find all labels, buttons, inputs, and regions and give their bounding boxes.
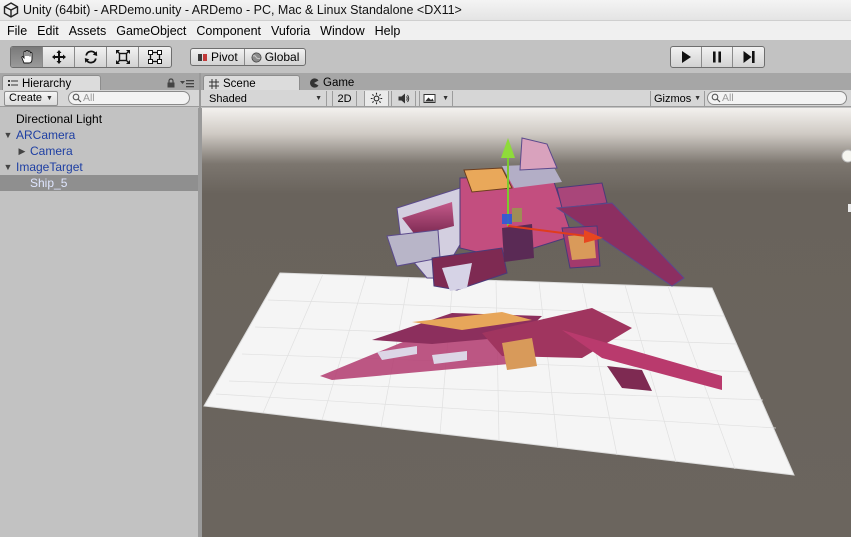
move-icon	[51, 50, 66, 64]
toggle-2d-button[interactable]: 2D	[332, 91, 357, 106]
gizmos-label: Gizmos	[654, 92, 692, 105]
create-dropdown[interactable]: Create ▼	[4, 90, 58, 106]
hierarchy-item-imagetarget[interactable]: ▼ ImageTarget	[0, 159, 198, 175]
gizmos-dropdown[interactable]: Gizmos ▼	[650, 91, 705, 106]
move-tool-button[interactable]	[43, 47, 75, 67]
step-icon	[743, 51, 755, 63]
tab-game-label: Game	[323, 77, 355, 89]
search-icon	[72, 93, 82, 103]
hand-icon	[20, 49, 32, 64]
hierarchy-item-arcamera[interactable]: ▼ ARCamera	[0, 127, 198, 143]
shading-mode-label: Shaded	[209, 92, 247, 105]
play-button[interactable]	[671, 47, 702, 67]
main-toolbar: Pivot Global	[0, 40, 851, 73]
globe-icon	[251, 52, 262, 62]
pacman-icon	[310, 78, 319, 88]
rotate-icon	[84, 50, 97, 64]
foldout-expanded-icon[interactable]: ▼	[3, 162, 13, 172]
hierarchy-item-label: Directional Light	[16, 112, 103, 126]
hand-tool-button[interactable]	[11, 47, 43, 67]
tab-hierarchy-label: Hierarchy	[22, 77, 72, 90]
pivot-button[interactable]: Pivot	[191, 49, 245, 65]
hierarchy-item-label: ARCamera	[16, 128, 76, 142]
menu-help[interactable]: Help	[370, 24, 406, 38]
hierarchy-item-label: Ship_5	[30, 176, 68, 190]
scale-tool-button[interactable]	[107, 47, 139, 67]
scene-tab-bar: Scene Game	[201, 73, 851, 91]
create-label: Create	[9, 92, 43, 104]
hierarchy-toolbar: Create ▼ All	[0, 90, 199, 107]
scale-icon	[115, 50, 130, 64]
lock-icon[interactable]	[167, 78, 175, 88]
menu-gameobject[interactable]: GameObject	[111, 24, 191, 38]
pivot-toggle-group: Pivot Global	[190, 48, 307, 66]
hierarchy-item-ship-5[interactable]: Ship_5	[0, 175, 198, 191]
tab-hierarchy[interactable]: Hierarchy	[2, 75, 101, 91]
tab-game[interactable]: Game	[304, 75, 394, 91]
hierarchy-tab-bar: Hierarchy	[0, 73, 199, 91]
hierarchy-list: Directional Light ▼ ARCamera ▶ Camera ▼ …	[0, 108, 199, 537]
chevron-down-icon: ▼	[442, 95, 449, 102]
scene-render	[202, 108, 851, 537]
menu-edit[interactable]: Edit	[32, 24, 64, 38]
menu-assets[interactable]: Assets	[64, 24, 112, 38]
grid-icon	[209, 78, 219, 89]
image-icon	[423, 94, 436, 103]
menu-vuforia[interactable]: Vuforia	[266, 24, 315, 38]
sun-icon	[370, 92, 383, 105]
hierarchy-item-directional-light[interactable]: Directional Light	[0, 111, 198, 127]
list-icon	[8, 79, 18, 86]
gizmo-z-handle[interactable]	[502, 214, 512, 224]
panel-menu-icon[interactable]	[180, 79, 194, 88]
search-icon	[711, 93, 721, 103]
transform-tools	[10, 46, 172, 68]
scene-search-input[interactable]: All	[707, 91, 847, 105]
pivot-icon	[198, 53, 207, 61]
tab-scene[interactable]: Scene	[203, 75, 300, 91]
scene-viewport[interactable]	[201, 108, 851, 537]
hierarchy-search-placeholder: All	[82, 92, 95, 104]
scene-lighting-toggle[interactable]	[364, 91, 389, 106]
gizmo-plane-handle[interactable]	[512, 208, 522, 222]
scene-search-placeholder: All	[722, 92, 734, 104]
global-button[interactable]: Global	[245, 49, 306, 65]
hierarchy-item-camera[interactable]: ▶ Camera	[0, 143, 198, 159]
chevron-down-icon: ▼	[46, 94, 53, 102]
foldout-expanded-icon[interactable]: ▼	[3, 130, 13, 140]
global-label: Global	[264, 50, 300, 64]
scene-toolbar: Shaded ▼ 2D ▼ Gizmos ▼ All	[201, 90, 851, 107]
playback-controls	[670, 46, 765, 68]
chevron-down-icon: ▼	[694, 95, 701, 102]
speaker-icon	[398, 93, 410, 104]
foldout-collapsed-icon[interactable]: ▶	[17, 146, 27, 157]
chevron-down-icon: ▼	[315, 95, 322, 102]
rect-tool-button[interactable]	[139, 47, 171, 67]
rect-icon	[148, 50, 162, 64]
pivot-label: Pivot	[211, 50, 238, 64]
tab-scene-label: Scene	[223, 77, 256, 90]
hierarchy-search-input[interactable]: All	[67, 91, 190, 105]
hierarchy-item-label: ImageTarget	[16, 160, 83, 174]
step-button[interactable]	[733, 47, 764, 67]
menu-file[interactable]: File	[2, 24, 32, 38]
menu-window[interactable]: Window	[315, 24, 369, 38]
menu-bar: File Edit Assets GameObject Component Vu…	[0, 21, 851, 40]
play-icon	[682, 51, 691, 63]
shading-mode-dropdown[interactable]: Shaded ▼	[205, 91, 327, 106]
hierarchy-item-label: Camera	[30, 144, 73, 158]
scene-effects-dropdown[interactable]: ▼	[419, 91, 453, 106]
title-bar: Unity (64bit) - ARDemo.unity - ARDemo - …	[0, 0, 851, 21]
toggle-2d-label: 2D	[337, 92, 352, 105]
menu-component[interactable]: Component	[191, 24, 266, 38]
rotate-tool-button[interactable]	[75, 47, 107, 67]
scene-audio-toggle[interactable]	[391, 91, 416, 106]
pause-icon	[713, 51, 721, 63]
unity-logo-icon	[3, 2, 19, 18]
pause-button[interactable]	[702, 47, 733, 67]
window-title: Unity (64bit) - ARDemo.unity - ARDemo - …	[23, 3, 462, 17]
